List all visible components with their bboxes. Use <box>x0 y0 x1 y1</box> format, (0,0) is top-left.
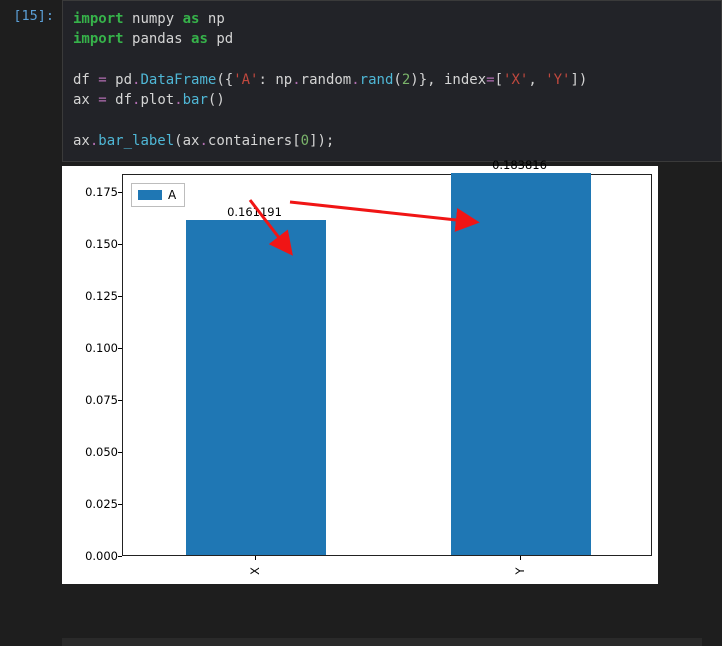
var-df: df <box>73 72 90 88</box>
keyword-import: import <box>73 11 124 27</box>
legend-label: A <box>168 188 176 202</box>
num-literal: 0 <box>301 133 309 149</box>
string-literal: 'A' <box>233 72 258 88</box>
ytick-mark <box>118 504 122 505</box>
keyword-import: import <box>73 31 124 47</box>
fn-barlabel: bar_label <box>98 133 174 149</box>
bar-Y <box>451 173 591 555</box>
execution-count-prompt: [15]: <box>0 0 62 24</box>
alias-pd: pd <box>216 31 233 47</box>
cell-output-figure: A 0.000 0.025 0.050 0.075 0.100 0.125 0.150 0.1… <box>62 166 658 584</box>
ytick-mark <box>118 192 122 193</box>
jupyter-cell: [15]: import numpy as np import pandas a… <box>0 0 722 162</box>
ytick-mark <box>118 244 122 245</box>
ytick-label: 0.125 <box>85 289 118 303</box>
attr-random: random <box>301 72 352 88</box>
brace: ({ <box>216 72 233 88</box>
dot: . <box>199 133 207 149</box>
op-assign: = <box>98 72 106 88</box>
attr-containers: containers <box>208 133 292 149</box>
bracket: ]) <box>571 72 588 88</box>
keyword-as: as <box>191 31 208 47</box>
xtick-mark <box>520 556 521 560</box>
dot: . <box>174 92 182 108</box>
bracket: ]); <box>309 133 334 149</box>
ytick-mark <box>118 296 122 297</box>
kwarg-index: index <box>444 72 486 88</box>
ytick-label: 0.000 <box>85 549 118 563</box>
ytick-mark <box>118 400 122 401</box>
ref-ax: ax <box>73 133 90 149</box>
dot: . <box>292 72 300 88</box>
code-block[interactable]: import numpy as np import pandas as pd d… <box>73 9 711 151</box>
bracket: [ <box>495 72 503 88</box>
xtick-mark <box>255 556 256 560</box>
ytick-label: 0.100 <box>85 341 118 355</box>
bar-value-label: 0.183816 <box>492 158 547 172</box>
ytick-mark <box>118 452 122 453</box>
fn-dataframe: DataFrame <box>140 72 216 88</box>
ref-df: df <box>115 92 132 108</box>
ytick-label: 0.075 <box>85 393 118 407</box>
ytick-label: 0.150 <box>85 237 118 251</box>
axes-area: A <box>122 174 652 556</box>
paren: ( <box>393 72 401 88</box>
comma: , <box>528 72 536 88</box>
ytick-label: 0.025 <box>85 497 118 511</box>
legend-swatch <box>138 190 162 200</box>
ytick-label: 0.175 <box>85 185 118 199</box>
module-numpy: numpy <box>132 11 174 27</box>
string-literal: 'Y' <box>545 72 570 88</box>
bar-value-label: 0.161191 <box>227 205 282 219</box>
var-ax: ax <box>73 92 90 108</box>
op-assign: = <box>98 92 106 108</box>
dot: . <box>351 72 359 88</box>
ytick-mark <box>118 348 122 349</box>
string-literal: 'X' <box>503 72 528 88</box>
legend: A <box>131 183 185 207</box>
alias-np: np <box>208 11 225 27</box>
bracket: [ <box>292 133 300 149</box>
xtick-label: X <box>248 567 262 575</box>
fn-rand: rand <box>360 72 394 88</box>
paren: ( <box>174 133 182 149</box>
attr-plot: plot <box>140 92 174 108</box>
module-pandas: pandas <box>132 31 183 47</box>
bar-X <box>186 220 326 555</box>
keyword-as: as <box>183 11 200 27</box>
ref-np: np <box>275 72 292 88</box>
colon: : <box>258 72 266 88</box>
ref-ax: ax <box>183 133 200 149</box>
xtick-label: Y <box>513 568 527 575</box>
fn-bar: bar <box>183 92 208 108</box>
code-input-area[interactable]: import numpy as np import pandas as pd d… <box>62 0 722 162</box>
next-cell-strip <box>62 638 702 646</box>
ytick-label: 0.050 <box>85 445 118 459</box>
ref-pd: pd <box>115 72 132 88</box>
op-assign: = <box>486 72 494 88</box>
paren: )}, <box>410 72 435 88</box>
paren: () <box>208 92 225 108</box>
num-literal: 2 <box>402 72 410 88</box>
ytick-mark <box>118 556 122 557</box>
